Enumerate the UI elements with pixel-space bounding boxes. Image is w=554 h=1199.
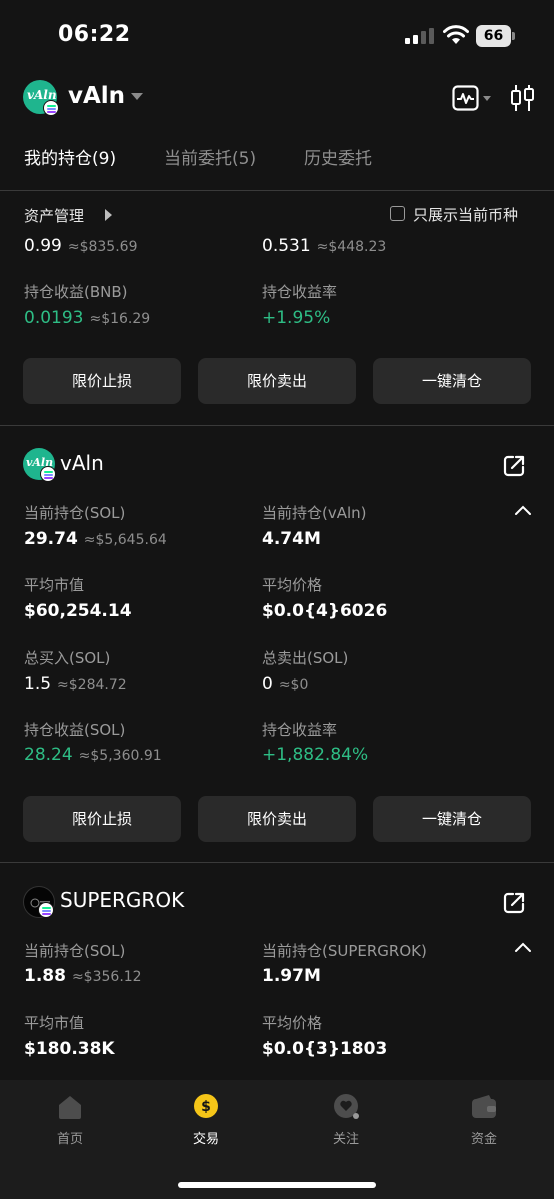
section-divider [0, 425, 554, 426]
nav-trade-label: 交易 [192, 1132, 219, 1147]
cellular-signal-icon [405, 28, 434, 44]
chevron-up-icon[interactable] [514, 504, 532, 516]
limit-sell-button[interactable]: 限价卖出 [198, 358, 356, 404]
current-token-only-label[interactable]: 只展示当前币种 [413, 204, 518, 225]
nav-favorites-label: 关注 [332, 1132, 359, 1147]
section-divider [0, 862, 554, 863]
avg-mcap-value: $180.38K [24, 1039, 115, 1059]
clear-position-button[interactable]: 一键清仓 [373, 358, 531, 404]
chevron-down-icon[interactable] [131, 93, 143, 100]
external-link-icon[interactable] [502, 454, 526, 478]
avg-mcap-label: 平均市值 [24, 1014, 85, 1032]
svg-text:$: $ [201, 1099, 211, 1115]
summary-left-value: 0.99 ≈$835.69 [24, 236, 138, 256]
token-header: vAln vAln [0, 78, 554, 120]
battery-icon: 66 [476, 25, 516, 47]
avg-price-value: $0.0{3}1803 [262, 1039, 388, 1059]
chart-toggle-icon[interactable] [452, 85, 492, 111]
tab-order-history[interactable]: 历史委托 [304, 144, 372, 169]
status-time: 06:22 [58, 22, 131, 47]
hold-sol-label: 当前持仓(SOL) [24, 504, 126, 522]
trade-coin-icon: $ [191, 1092, 221, 1122]
home-indicator [178, 1182, 376, 1188]
holding-token-name[interactable]: SUPERGROK [60, 888, 184, 912]
tab-my-holdings[interactable]: 我的持仓(9) [24, 144, 116, 169]
candlestick-icon[interactable] [510, 84, 536, 112]
nav-home[interactable]: 首页 [30, 1092, 110, 1147]
nav-assets-label: 资金 [470, 1132, 497, 1147]
summary-profit-label: 持仓收益(BNB) [24, 283, 128, 301]
total-sell-label: 总卖出(SOL) [262, 649, 349, 667]
chevron-up-icon[interactable] [514, 941, 532, 953]
summary-profit-value: 0.0193 ≈$16.29 [24, 308, 151, 328]
nav-favorites[interactable]: 关注 [306, 1092, 386, 1147]
avg-mcap-value: $60,254.14 [24, 601, 132, 621]
hold-token-value: 1.97M [262, 966, 321, 986]
avg-price-value: $0.0{4}6026 [262, 601, 388, 621]
limit-sell-button[interactable]: 限价卖出 [198, 796, 356, 842]
hold-sol-label: 当前持仓(SOL) [24, 942, 126, 960]
battery-level: 66 [476, 25, 511, 47]
summary-rate-label: 持仓收益率 [262, 283, 338, 301]
clear-position-button[interactable]: 一键清仓 [373, 796, 531, 842]
holdings-tabs: 我的持仓(9) 当前委托(5) 历史委托 [0, 144, 554, 174]
status-bar: 06:22 66 [0, 0, 554, 72]
current-token-only-checkbox[interactable] [390, 206, 405, 221]
nav-assets[interactable]: 资金 [444, 1092, 524, 1147]
holding-profit-label: 持仓收益(SOL) [24, 721, 126, 739]
limit-stop-loss-button[interactable]: 限价止损 [23, 796, 181, 842]
chevron-right-icon[interactable] [105, 209, 112, 221]
hold-token-value: 4.74M [262, 529, 321, 549]
tab-open-orders[interactable]: 当前委托(5) [164, 144, 256, 169]
solana-chain-icon [38, 902, 54, 918]
total-buy-value: 1.5 ≈$284.72 [24, 674, 127, 694]
limit-stop-loss-button[interactable]: 限价止损 [23, 358, 181, 404]
holding-profit-value: 28.24 ≈$5,360.91 [24, 745, 162, 765]
avg-mcap-label: 平均市值 [24, 576, 85, 594]
holding-rate-value: +1,882.84% [262, 745, 369, 765]
total-sell-value: 0 ≈$0 [262, 674, 309, 694]
summary-right-value: 0.531 ≈$448.23 [262, 236, 387, 256]
wifi-icon [443, 25, 469, 44]
summary-rate-value: +1.95% [262, 308, 331, 328]
nav-trade[interactable]: $ 交易 [166, 1092, 246, 1147]
avg-price-label: 平均价格 [262, 1014, 323, 1032]
holding-token-name[interactable]: vAln [60, 451, 104, 475]
solana-chain-icon [43, 100, 59, 116]
total-buy-label: 总买入(SOL) [24, 649, 111, 667]
favorite-icon [331, 1092, 361, 1122]
home-icon [55, 1092, 85, 1122]
hold-token-label: 当前持仓(vAln) [262, 504, 367, 522]
holding-rate-label: 持仓收益率 [262, 721, 338, 739]
hold-sol-value: 1.88 ≈$356.12 [24, 966, 142, 986]
nav-home-label: 首页 [56, 1132, 83, 1147]
avg-price-label: 平均价格 [262, 576, 323, 594]
wallet-icon [469, 1092, 499, 1122]
tabs-divider [0, 190, 554, 191]
hold-token-label: 当前持仓(SUPERGROK) [262, 942, 427, 960]
asset-management-link[interactable]: 资产管理 [24, 205, 84, 226]
token-selector[interactable]: vAln [68, 83, 125, 109]
solana-chain-icon [40, 466, 56, 482]
external-link-icon[interactable] [502, 891, 526, 915]
hold-sol-value: 29.74 ≈$5,645.64 [24, 529, 167, 549]
